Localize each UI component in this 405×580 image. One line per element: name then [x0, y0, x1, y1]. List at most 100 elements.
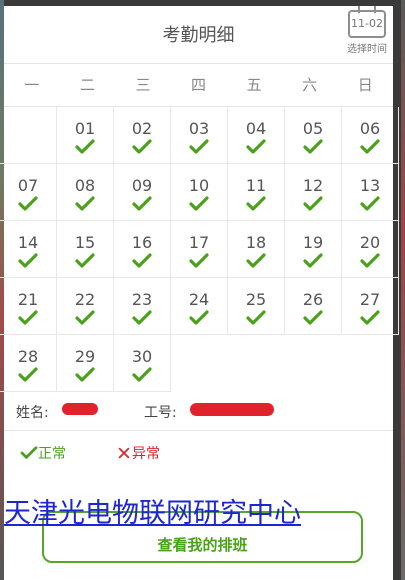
check-icon	[246, 139, 266, 154]
check-icon	[360, 196, 380, 211]
check-icon	[18, 310, 38, 325]
name-label: 姓名:	[16, 405, 49, 421]
calendar-blank-cell	[342, 335, 399, 392]
view-schedule-label: 查看我的排班	[157, 536, 248, 554]
calendar-day-cell[interactable]: 15	[57, 221, 114, 278]
calendar-day-cell[interactable]: 22	[57, 278, 114, 335]
calendar-day-cell[interactable]: 10	[171, 164, 228, 221]
day-number: 11	[245, 176, 267, 195]
check-icon	[303, 139, 323, 154]
day-number: 13	[359, 176, 381, 195]
check-icon	[303, 196, 323, 211]
day-number: 18	[245, 233, 267, 252]
calendar-day-cell[interactable]: 28	[0, 335, 57, 392]
calendar-day-cell[interactable]: 02	[114, 107, 171, 164]
calendar-day-cell[interactable]: 14	[0, 221, 57, 278]
legend-abnormal-label: 异常	[132, 446, 160, 462]
check-icon	[189, 310, 209, 325]
calendar-day-cell[interactable]: 21	[0, 278, 57, 335]
calendar-day-cell[interactable]: 06	[342, 107, 399, 164]
day-number: 04	[245, 119, 267, 138]
check-icon	[246, 196, 266, 211]
legend-normal: 正常	[20, 443, 66, 463]
check-icon	[18, 196, 38, 211]
calendar-day-cell[interactable]: 27	[342, 278, 399, 335]
calendar-day-cell[interactable]: 20	[342, 221, 399, 278]
calendar-day-cell[interactable]: 18	[228, 221, 285, 278]
check-icon	[246, 310, 266, 325]
legend-abnormal: 异常	[116, 443, 160, 463]
calendar-day-cell[interactable]: 11	[228, 164, 285, 221]
calendar-day-cell[interactable]: 24	[171, 278, 228, 335]
calendar-day-cell[interactable]: 30	[114, 335, 171, 392]
picker-date: 11-02	[351, 17, 383, 30]
employee-info: 姓名: 工号:	[4, 392, 393, 431]
calendar-day-cell[interactable]: 05	[285, 107, 342, 164]
weekday-sat: 六	[302, 76, 318, 94]
day-number: 25	[245, 290, 267, 309]
calendar-blank-cell	[171, 335, 228, 392]
day-number: 05	[302, 119, 324, 138]
calendar-day-cell[interactable]: 13	[342, 164, 399, 221]
calendar-day-cell[interactable]: 01	[57, 107, 114, 164]
legend-normal-label: 正常	[38, 446, 66, 462]
check-icon	[132, 139, 152, 154]
calendar-day-cell[interactable]: 12	[285, 164, 342, 221]
day-number: 02	[131, 119, 153, 138]
calendar-day-cell[interactable]: 09	[114, 164, 171, 221]
calendar-icon: 11-02	[348, 6, 386, 38]
calendar-day-cell[interactable]: 23	[114, 278, 171, 335]
check-icon	[303, 253, 323, 268]
day-number: 30	[131, 347, 153, 366]
calendar-day-cell[interactable]: 29	[57, 335, 114, 392]
day-number: 27	[359, 290, 381, 309]
weekday-sun: 日	[357, 76, 373, 94]
calendar-day-cell[interactable]: 17	[171, 221, 228, 278]
name-redaction	[62, 403, 98, 415]
check-icon	[360, 310, 380, 325]
calendar-blank-cell	[0, 107, 57, 164]
day-number: 20	[359, 233, 381, 252]
check-icon	[189, 196, 209, 211]
calendar-day-cell[interactable]: 26	[285, 278, 342, 335]
calendar-day-cell[interactable]: 19	[285, 221, 342, 278]
day-number: 21	[17, 290, 39, 309]
day-number: 03	[188, 119, 210, 138]
check-icon	[360, 253, 380, 268]
calendar-day-cell[interactable]: 08	[57, 164, 114, 221]
day-number: 22	[74, 290, 96, 309]
check-icon	[20, 446, 38, 459]
check-icon	[132, 253, 152, 268]
calendar-grid: 01 02 03 04 05 06 07 08 09 10 11 12 13 14 15 16 17 18 19 20…	[0, 107, 399, 392]
day-number: 12	[302, 176, 324, 195]
calendar-day-cell[interactable]: 07	[0, 164, 57, 221]
weekday-thu: 四	[191, 76, 207, 94]
check-icon	[246, 253, 266, 268]
day-number: 06	[359, 119, 381, 138]
dialog-header: 考勤明细 11-02 选择时间	[4, 6, 393, 64]
check-icon	[18, 253, 38, 268]
date-picker-button[interactable]: 11-02 选择时间	[343, 6, 391, 55]
dialog-title: 考勤明细	[162, 25, 235, 46]
picker-label: 选择时间	[347, 44, 387, 55]
calendar-day-cell[interactable]: 25	[228, 278, 285, 335]
day-number: 01	[74, 119, 96, 138]
day-number: 15	[74, 233, 96, 252]
calendar-blank-cell	[285, 335, 342, 392]
day-number: 24	[188, 290, 210, 309]
calendar-day-cell[interactable]: 04	[228, 107, 285, 164]
calendar-day-cell[interactable]: 03	[171, 107, 228, 164]
weekday-tue: 二	[79, 76, 95, 94]
calendar-blank-cell	[228, 335, 285, 392]
weekday-fri: 五	[246, 76, 262, 94]
legend: 正常 异常	[4, 431, 393, 471]
calendar-day-cell[interactable]: 16	[114, 221, 171, 278]
weekday-wed: 三	[135, 76, 151, 94]
id-label: 工号:	[144, 405, 177, 421]
check-icon	[132, 196, 152, 211]
day-number: 23	[131, 290, 153, 309]
check-icon	[75, 139, 95, 154]
cross-icon	[118, 447, 130, 459]
weekday-header: 一 二 三 四 五 六 日	[4, 64, 393, 107]
check-icon	[189, 139, 209, 154]
